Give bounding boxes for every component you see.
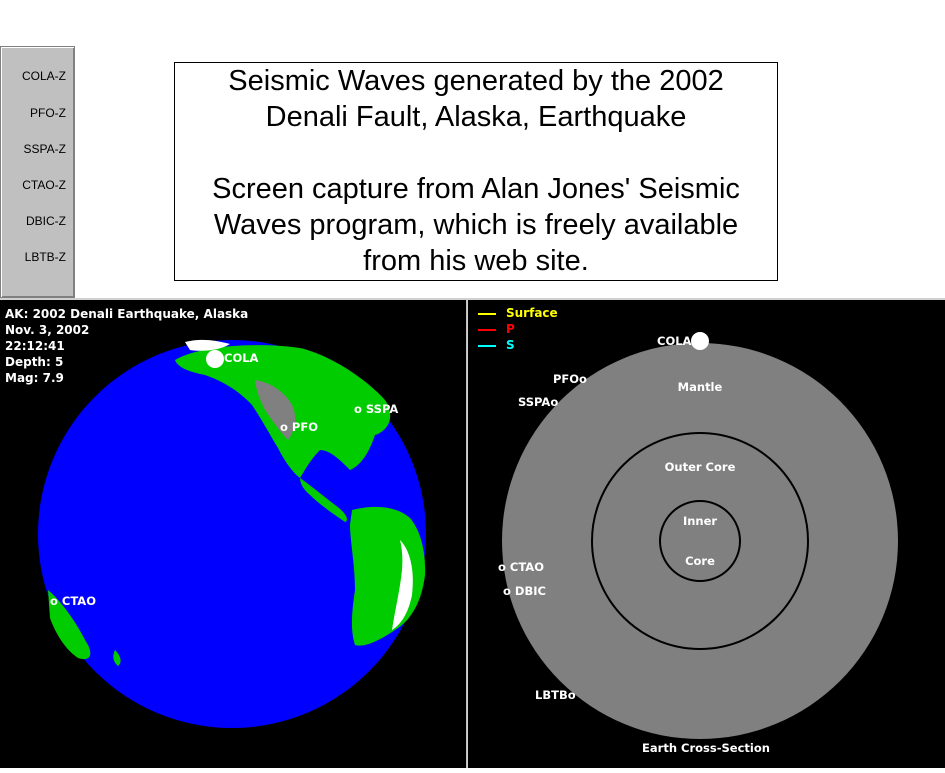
legend-s-label: S	[506, 338, 515, 352]
quake-date: Nov. 3, 2002	[5, 323, 90, 337]
station-button-sspa-z[interactable]: SSPA-Z	[24, 142, 66, 156]
station-button-dbic-z[interactable]: DBIC-Z	[26, 214, 66, 228]
layer-label-core: Core	[685, 554, 715, 568]
quake-time: 22:12:41	[5, 339, 65, 353]
layer-label-inner: Inner	[683, 514, 717, 528]
station-button-ctao-z[interactable]: CTAO-Z	[22, 178, 66, 192]
title-line-1: Seismic Waves generated by the 2002	[228, 65, 724, 97]
xsec-station-cola[interactable]: COLA	[657, 334, 692, 348]
globe-station-cola[interactable]: COLA	[224, 351, 259, 365]
globe-station-pfo[interactable]: o PFO	[280, 420, 318, 434]
station-button-lbtb-z[interactable]: LBTB-Z	[25, 250, 66, 264]
caption-line-2: Waves program, which is freely available	[213, 209, 739, 241]
epicenter-marker[interactable]	[206, 350, 224, 368]
legend-surface-label: Surface	[506, 306, 558, 320]
globe-svg: COLA o PFO o SSPA o CTAO	[38, 339, 426, 728]
cross-section-view[interactable]: Surface P S Mantle Outer Core Inner Core…	[468, 300, 945, 768]
globe-view[interactable]: COLA o PFO o SSPA o CTAO AK: 2002 Denali…	[0, 300, 467, 768]
quake-magnitude: Mag: 7.9	[5, 371, 64, 385]
xsec-epicenter-marker[interactable]	[691, 332, 709, 350]
title-line-2: Denali Fault, Alaska, Earthquake	[265, 101, 687, 133]
south-america-land	[350, 506, 426, 646]
xsec-station-lbtb[interactable]: LBTBo	[535, 688, 576, 702]
station-button-cola-z[interactable]: COLA-Z	[22, 69, 66, 83]
xsec-station-ctao[interactable]: o CTAO	[498, 560, 544, 574]
quake-name: AK: 2002 Denali Earthquake, Alaska	[5, 307, 249, 321]
xsec-station-dbic[interactable]: o DBIC	[503, 584, 546, 598]
xsec-station-pfo[interactable]: PFOo	[553, 372, 587, 386]
globe-station-sspa[interactable]: o SSPA	[354, 402, 398, 416]
legend-p-label: P	[506, 322, 515, 336]
title-box: Seismic Waves generated by the 2002 Dena…	[174, 62, 778, 281]
caption-line-3: from his web site.	[363, 245, 589, 277]
station-button-pfo-z[interactable]: PFO-Z	[30, 106, 66, 120]
globe-station-ctao[interactable]: o CTAO	[50, 594, 96, 608]
xsec-station-sspa[interactable]: SSPAo	[518, 395, 558, 409]
cross-section-caption: Earth Cross-Section	[642, 741, 770, 755]
cross-section-svg: Surface P S Mantle Outer Core Inner Core…	[478, 306, 898, 755]
layer-label-outer-core: Outer Core	[665, 460, 736, 474]
layer-label-mantle: Mantle	[678, 380, 723, 394]
earth-mantle	[502, 343, 898, 739]
caption-line-1: Screen capture from Alan Jones' Seismic	[212, 173, 740, 205]
station-panel: COLA-Z PFO-Z SSPA-Z CTAO-Z DBIC-Z LBTB-Z	[0, 46, 75, 298]
quake-depth: Depth: 5	[5, 355, 64, 369]
